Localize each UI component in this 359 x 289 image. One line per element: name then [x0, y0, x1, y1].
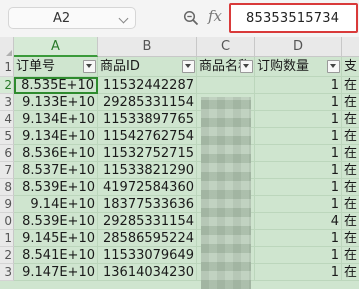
selected-cell[interactable]: 8.535E+10 — [14, 77, 98, 94]
table-cell[interactable]: 在 — [342, 230, 359, 247]
table-cell[interactable]: 1 — [255, 94, 342, 111]
header-label: 商品ID — [100, 59, 140, 74]
table-cell[interactable]: 在 — [342, 264, 359, 281]
row-header[interactable]: 1 — [0, 230, 14, 247]
header-label: 支 — [344, 59, 358, 74]
zoom-icon[interactable] — [183, 10, 199, 26]
table-cell[interactable]: 1 — [255, 111, 342, 128]
table-cell[interactable]: 29285331154 — [98, 94, 197, 111]
name-box[interactable]: A2 — [8, 7, 136, 29]
header-label: 订单号 — [16, 59, 56, 74]
table-cell[interactable]: 13614034230 — [98, 264, 197, 281]
table-cell[interactable]: 1 — [255, 77, 342, 94]
filter-dropdown-icon[interactable] — [182, 60, 195, 73]
row-header[interactable]: 5 — [0, 128, 14, 145]
table-cell[interactable]: 11533897765 — [98, 111, 197, 128]
table-cell[interactable]: 1 — [255, 196, 342, 213]
row-header[interactable]: 3 — [0, 264, 14, 281]
filter-dropdown-icon[interactable] — [83, 60, 96, 73]
name-box-value: A2 — [53, 11, 71, 26]
spreadsheet-grid[interactable]: A B C D 1 2 3 4 5 6 7 8 9 0 1 2 3 订单号 商品ID 商品名称 订购数量支 8.535E+… — [0, 37, 359, 289]
column-header-d[interactable]: D — [255, 37, 342, 57]
table-cell[interactable]: 在 — [342, 145, 359, 162]
table-cell[interactable] — [197, 77, 255, 94]
fx-icon[interactable]: fx — [208, 7, 222, 25]
header-label: 订购数量 — [257, 59, 310, 74]
chevron-down-icon[interactable] — [118, 13, 129, 24]
table-cell[interactable]: 在 — [342, 196, 359, 213]
formula-bar: A2 fx 85353515734 — [0, 0, 359, 37]
row-header[interactable]: 4 — [0, 111, 14, 128]
formula-value: 85353515734 — [246, 11, 340, 26]
table-cell[interactable]: 在 — [342, 77, 359, 94]
table-cell[interactable]: 1 — [255, 162, 342, 179]
table-cell[interactable]: 在 — [342, 162, 359, 179]
column-header-b[interactable]: B — [98, 37, 197, 57]
table-cell[interactable]: 在 — [342, 111, 359, 128]
table-cell[interactable]: 在 — [342, 128, 359, 145]
column-header-c[interactable]: C — [197, 37, 255, 57]
table-cell[interactable]: 9.134E+10 — [14, 128, 98, 145]
table-cell[interactable]: 1 — [255, 145, 342, 162]
table-cell[interactable]: 11532442287 — [98, 77, 197, 94]
table-cell[interactable]: 9.134E+10 — [14, 111, 98, 128]
table-cell[interactable]: 4 — [255, 213, 342, 230]
row-header[interactable]: 8 — [0, 179, 14, 196]
column-header-a[interactable]: A — [14, 37, 98, 57]
table-cell[interactable]: 41972584360 — [98, 179, 197, 196]
table-cell[interactable]: 29285331154 — [98, 213, 197, 230]
redacted-area — [201, 97, 251, 289]
table-cell[interactable]: 8.539E+10 — [14, 179, 98, 196]
row-header[interactable]: 6 — [0, 145, 14, 162]
table-cell[interactable]: 9.147E+10 — [14, 264, 98, 281]
table-cell[interactable]: 9.145E+10 — [14, 230, 98, 247]
row-header[interactable]: 0 — [0, 213, 14, 230]
row-header[interactable]: 1 — [0, 57, 14, 77]
table-cell[interactable]: 8.536E+10 — [14, 145, 98, 162]
table-cell[interactable]: 在 — [342, 94, 359, 111]
table-cell[interactable]: 1 — [255, 179, 342, 196]
table-cell[interactable]: 11533821290 — [98, 162, 197, 179]
table-cell[interactable]: 9.14E+10 — [14, 196, 98, 213]
formula-input[interactable]: 85353515734 — [229, 3, 358, 33]
header-cell[interactable]: 支 — [342, 57, 359, 77]
row-header[interactable]: 2 — [0, 247, 14, 264]
column-header-e[interactable] — [342, 37, 359, 57]
table-cell[interactable]: 在 — [342, 179, 359, 196]
table-cell[interactable]: 在 — [342, 247, 359, 264]
row-header[interactable]: 3 — [0, 94, 14, 111]
row-header[interactable]: 9 — [0, 196, 14, 213]
table-cell[interactable]: 1 — [255, 230, 342, 247]
table-cell[interactable]: 9.133E+10 — [14, 94, 98, 111]
filter-dropdown-icon[interactable] — [327, 60, 340, 73]
row-header[interactable]: 7 — [0, 162, 14, 179]
row-header[interactable]: 2 — [0, 77, 14, 94]
table-cell[interactable]: 8.539E+10 — [14, 213, 98, 230]
table-cell[interactable]: 11533079649 — [98, 247, 197, 264]
table-cell[interactable]: 1 — [255, 247, 342, 264]
table-cell[interactable]: 1 — [255, 264, 342, 281]
table-cell[interactable]: 8.541E+10 — [14, 247, 98, 264]
table-cell[interactable]: 11542762754 — [98, 128, 197, 145]
table-cell[interactable]: 28586595224 — [98, 230, 197, 247]
table-cell[interactable]: 在 — [342, 213, 359, 230]
table-cell[interactable]: 1 — [255, 128, 342, 145]
table-cell[interactable]: 8.537E+10 — [14, 162, 98, 179]
filter-dropdown-icon[interactable] — [240, 60, 253, 73]
table-cell[interactable]: 11532752715 — [98, 145, 197, 162]
select-all-corner[interactable] — [0, 37, 14, 57]
table-cell[interactable]: 18377533636 — [98, 196, 197, 213]
